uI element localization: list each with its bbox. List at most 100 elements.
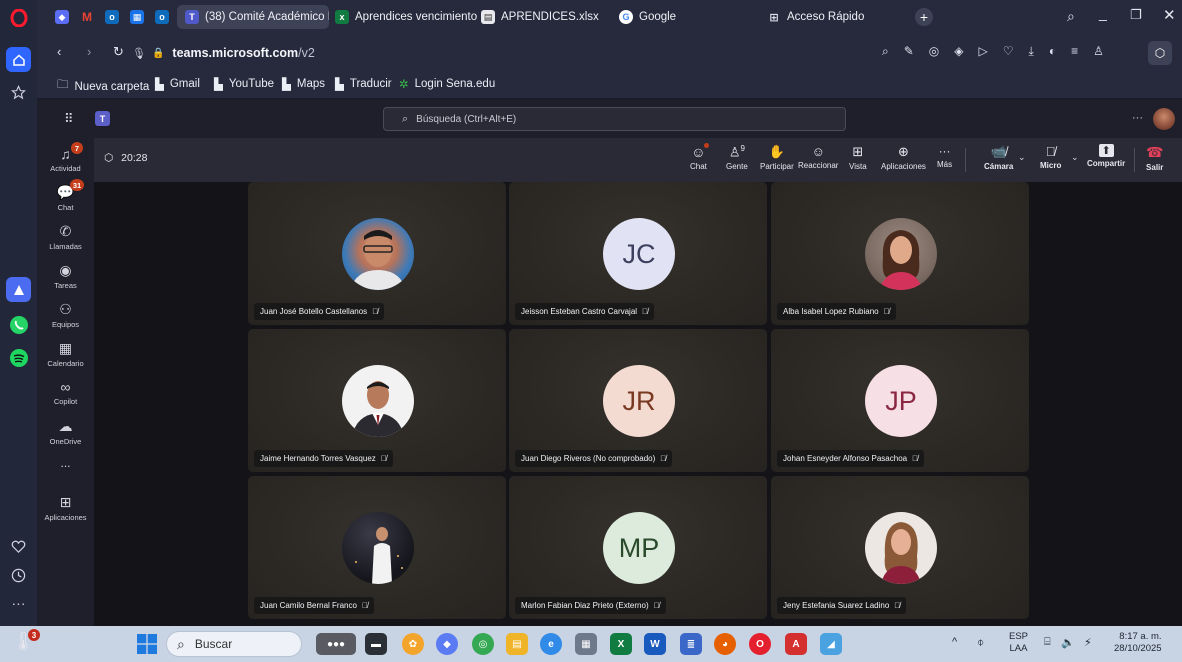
- tab-search-icon[interactable]: ⌕: [1067, 8, 1075, 25]
- file-explorer-icon[interactable]: ▤: [506, 633, 528, 655]
- bookmark-gmail[interactable]: ▙ Gmail: [155, 77, 200, 91]
- meeting-chat-button[interactable]: ☺ Chat: [690, 143, 709, 171]
- bookmark-youtube[interactable]: ▙ YouTube: [214, 77, 274, 91]
- view-button[interactable]: ⊞ Vista: [849, 144, 867, 171]
- copilot-taskbar-icon[interactable]: ✿: [402, 633, 424, 655]
- photos-icon[interactable]: ◢: [820, 633, 842, 655]
- home-icon[interactable]: [6, 47, 31, 72]
- outlook-icon-2[interactable]: o: [155, 10, 169, 24]
- participant-tile[interactable]: Juan Camilo Bernal Franco 🎙̸: [248, 476, 506, 619]
- user-avatar[interactable]: [1153, 108, 1175, 130]
- tab-aprendices-vencimiento[interactable]: x Aprendices vencimiento t: [327, 5, 477, 29]
- pinned-app-icon[interactable]: ◆: [55, 10, 69, 24]
- toggle-icon[interactable]: ◐: [1049, 44, 1056, 59]
- participant-tile[interactable]: JC Jeisson Esteban Castro Carvajal 🎙̸: [509, 182, 767, 325]
- battery-icon[interactable]: ⚡: [1084, 636, 1092, 649]
- participant-tile[interactable]: MP Marlon Fabian Diaz Prieto (Externo) 🎙…: [509, 476, 767, 619]
- rail-item-calendario[interactable]: ▦ Calendario: [37, 340, 94, 368]
- firefox-icon[interactable]: ◕: [714, 633, 736, 655]
- share-button[interactable]: ⬆ Compartir: [1087, 144, 1125, 168]
- leave-button[interactable]: ☎ Salir: [1146, 144, 1163, 172]
- mic-chevron-down-icon[interactable]: ⌄: [1071, 152, 1079, 163]
- tray-chevron-up-icon[interactable]: ^: [952, 636, 957, 648]
- download-icon[interactable]: ⤓: [1029, 44, 1034, 59]
- task-view-icon[interactable]: ▬: [365, 633, 387, 655]
- rail-item-chat[interactable]: 💬 Chat 31: [37, 179, 94, 212]
- new-tab-icon[interactable]: +: [915, 8, 933, 26]
- profile-icon[interactable]: ♙: [1093, 44, 1104, 59]
- camera-snap-icon[interactable]: ◎: [929, 44, 939, 59]
- search-input[interactable]: ⌕ Búsqueda (Ctrl+Alt+E): [383, 107, 846, 131]
- header-more-icon[interactable]: ···: [1132, 112, 1143, 124]
- bookmark-nueva-carpeta[interactable]: 🗀 Nueva carpeta: [57, 77, 149, 96]
- usb-icon[interactable]: ⌽: [977, 635, 984, 650]
- lens-icon[interactable]: ⌕: [882, 44, 889, 59]
- heart-icon[interactable]: [6, 534, 31, 559]
- participant-tile[interactable]: Jeny Estefania Suarez Ladino 🎙̸: [771, 476, 1029, 619]
- rail-item-onedrive[interactable]: ☁ OneDrive: [37, 418, 94, 446]
- reload-icon[interactable]: ↻: [113, 44, 124, 60]
- play-icon[interactable]: ▷: [979, 44, 988, 59]
- participant-tile[interactable]: Alba Isabel Lopez Rubiano 🎙̸: [771, 182, 1029, 325]
- camera-chevron-down-icon[interactable]: ⌄: [1018, 152, 1026, 163]
- rail-item-copilot[interactable]: ∞ Copilot: [37, 379, 94, 406]
- bookmark-traducir[interactable]: ▙ Traducir: [335, 77, 392, 91]
- bookmark-login-sena[interactable]: ✲ Login Sena.edu: [399, 77, 495, 91]
- rail-item-actividad[interactable]: ♫ Actividad 7: [37, 142, 94, 173]
- app-launcher-icon[interactable]: ⠿: [64, 111, 74, 127]
- language-indicator[interactable]: ESP LAA: [1009, 631, 1028, 655]
- participant-tile[interactable]: JR Juan Diego Riveros (No comprobado) 🎙̸: [509, 329, 767, 472]
- forward-icon[interactable]: ›: [87, 44, 91, 59]
- close-window-icon[interactable]: ✕: [1163, 6, 1176, 24]
- menu-lines-icon[interactable]: ≡: [1071, 44, 1078, 59]
- gmail-icon[interactable]: M: [80, 10, 94, 24]
- participant-tile[interactable]: JP Johan Esneyder Alfonso Pasachoa 🎙̸: [771, 329, 1029, 472]
- mic-button[interactable]: 🎙̸ Micro: [1040, 144, 1061, 170]
- copilot-app-icon[interactable]: ◆: [436, 633, 458, 655]
- heart-url-icon[interactable]: ♡: [1003, 44, 1014, 59]
- opera-taskbar-icon[interactable]: O: [749, 633, 771, 655]
- clock[interactable]: 8:17 a. m. 28/10/2025: [1114, 631, 1162, 655]
- chrome-icon[interactable]: ◎: [472, 633, 494, 655]
- star-icon[interactable]: [6, 80, 31, 105]
- tab-aprendices-xlsx[interactable]: ▤ APRENDICES.xlsx: [473, 5, 623, 29]
- rail-item-equipos[interactable]: ⚇ Equipos: [37, 301, 94, 329]
- apps-button[interactable]: ⊕ Aplicaciones: [881, 144, 926, 171]
- edit-icon[interactable]: ✎: [904, 44, 914, 59]
- outlook-icon[interactable]: o: [105, 10, 119, 24]
- extensions-icon[interactable]: ⬡: [1148, 41, 1172, 65]
- edge-icon[interactable]: e: [540, 633, 562, 655]
- back-icon[interactable]: ‹: [57, 44, 61, 59]
- tab-teams-comite[interactable]: T (38) Comité Académico Et: [177, 5, 329, 29]
- spotify-icon[interactable]: [6, 345, 31, 370]
- participant-tile[interactable]: Jaime Hernando Torres Vasquez 🎙̸: [248, 329, 506, 472]
- notepad-icon[interactable]: ≣: [680, 633, 702, 655]
- tab-google[interactable]: G Google: [611, 5, 761, 29]
- volume-icon[interactable]: 🔈: [1061, 636, 1075, 649]
- react-button[interactable]: ☺ Reaccionar: [798, 144, 838, 170]
- people-widget-icon[interactable]: ●●●: [316, 633, 356, 655]
- more-button[interactable]: ··· Más: [937, 144, 952, 169]
- aria-icon[interactable]: [6, 277, 31, 302]
- excel-app-icon[interactable]: X: [610, 633, 632, 655]
- participant-tile[interactable]: Juan José Botello Castellanos 🎙̸: [248, 182, 506, 325]
- calculator-icon[interactable]: ▦: [575, 633, 597, 655]
- rail-item-aplicaciones[interactable]: ⊞ Aplicaciones: [37, 494, 94, 522]
- opera-logo-icon[interactable]: [6, 5, 31, 30]
- acrobat-icon[interactable]: A: [785, 633, 807, 655]
- word-app-icon[interactable]: W: [644, 633, 666, 655]
- whatsapp-icon[interactable]: [6, 312, 31, 337]
- restore-icon[interactable]: ❐: [1130, 7, 1142, 23]
- windows-start-icon[interactable]: [137, 634, 157, 654]
- history-icon[interactable]: [6, 563, 31, 588]
- minimize-icon[interactable]: _: [1099, 5, 1107, 21]
- rail-item-tareas[interactable]: ◉ Tareas: [37, 262, 94, 290]
- sidebar-more-icon[interactable]: ···: [6, 590, 31, 615]
- rail-item-more[interactable]: ...: [37, 456, 94, 470]
- tab-acceso-rapido[interactable]: ⊞ Acceso Rápido: [759, 5, 909, 29]
- bookmark-maps[interactable]: ▙ Maps: [282, 77, 325, 91]
- calendar-app-icon[interactable]: ▦: [130, 10, 144, 24]
- taskbar-search[interactable]: ⌕ Buscar: [166, 631, 302, 657]
- camera-button[interactable]: 📹̸ Cámara: [984, 144, 1013, 171]
- network-icon[interactable]: ⌸: [1044, 636, 1051, 649]
